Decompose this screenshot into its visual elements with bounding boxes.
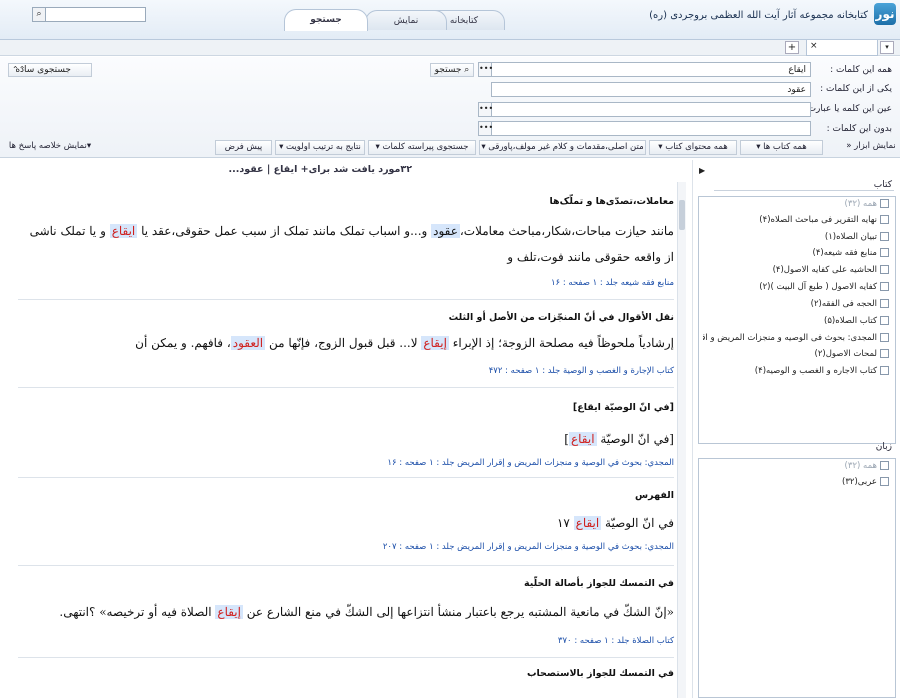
highlight-match: عقود xyxy=(431,224,460,238)
checkbox-icon xyxy=(880,477,889,486)
without-words-field[interactable]: ••• xyxy=(478,121,811,136)
text-scope-dropdown[interactable]: متن اصلی،مقدمات و کلام غیر مولف،پاورقی ▾ xyxy=(479,140,646,155)
result-item[interactable]: معاملات،تصدّی‌ها و تملّک‌ها مانند حیازت … xyxy=(18,182,674,300)
result-item[interactable]: في التمسك للجواز بالاستصحاب xyxy=(18,658,674,698)
book-filter-item[interactable]: کتاب الاجاره و الغصب و الوصیه(۴) xyxy=(755,366,889,382)
show-tools-toggle[interactable]: نمایش ابزار « xyxy=(845,140,897,155)
result-reference-link[interactable]: المجدي: بحوث في الوصية و منجزات المريض و… xyxy=(383,542,674,552)
book-filter-item[interactable]: همه (۳۲) xyxy=(845,199,889,215)
options-dots[interactable]: ••• xyxy=(478,62,493,77)
filter-bar: نمایش ابزار « همه کتاب ها ▾ همه محتوای ک… xyxy=(0,139,900,157)
result-reference-link[interactable]: المجدي: بحوث في الوصية و منجزات المريض و… xyxy=(387,458,674,468)
default-button[interactable]: پیش فرض xyxy=(215,140,272,155)
title-bar: نور کتابخانه مجموعه آثار آیت الله العظمی… xyxy=(0,0,900,40)
highlight-match: ایقاع xyxy=(109,224,138,238)
book-filter-item[interactable]: کفایه الاصول ( طبع آل البیت )(۲) xyxy=(759,282,889,298)
checkbox-icon xyxy=(880,215,889,224)
language-filter-item[interactable]: همه (۳۲) xyxy=(845,461,889,477)
result-title[interactable]: في التمسك للجواز بأصالة الحلّية xyxy=(524,578,674,589)
checkbox-icon xyxy=(880,349,889,358)
tab-menu-button[interactable]: ▾ xyxy=(880,41,894,54)
book-filter-item[interactable]: لمحات الاصول(۲) xyxy=(814,349,889,365)
document-tab-bar: + × ▾ xyxy=(0,40,900,56)
scrollbar-thumb[interactable] xyxy=(679,200,685,230)
checkbox-icon xyxy=(880,282,889,291)
simple-search-button[interactable]: جستجوی ساده ⌃⌃ xyxy=(8,63,92,77)
tab-view[interactable]: نمایش xyxy=(365,10,447,30)
expand-icon[interactable]: ▶ xyxy=(699,166,705,175)
search-icon: ⌕ xyxy=(461,65,470,75)
checkbox-icon xyxy=(880,333,889,342)
result-snippet: مانند حیازت مباحات،شکار،مباحث معاملات،عق… xyxy=(29,224,674,264)
result-title[interactable]: في التمسك للجواز بالاستصحاب xyxy=(527,668,674,679)
checkbox-icon xyxy=(880,232,889,241)
exact-phrase-field[interactable]: ••• xyxy=(478,102,811,117)
result-title[interactable]: الفهرس xyxy=(635,490,674,501)
checkbox-icon xyxy=(880,461,889,470)
tab-search[interactable]: جستجو xyxy=(284,9,368,31)
checkbox-icon xyxy=(880,299,889,308)
books-list: همه (۳۲) نهایه التقریر فی مباحث الصلاه(۴… xyxy=(698,196,896,444)
without-words-label: بدون این کلمات : xyxy=(826,124,892,134)
book-filter-item[interactable]: تبیان الصلاه(۱) xyxy=(825,232,889,248)
sort-priority-dropdown[interactable]: نتایج به ترتیب اولویت ▾ xyxy=(275,140,365,155)
book-filter-item[interactable]: الحجه فی الفقه(۲) xyxy=(811,299,889,315)
checkbox-icon xyxy=(880,265,889,274)
quick-search-input[interactable] xyxy=(33,7,146,22)
result-snippet: «إنّ الشكّ في مانعية المشتبه يرجع باعتبا… xyxy=(59,605,674,619)
document-tab[interactable]: × xyxy=(806,40,878,56)
highlight-match: العقود xyxy=(230,336,266,350)
checkbox-icon xyxy=(880,248,889,257)
language-list: همه (۳۲) عربی(۳۲) xyxy=(698,458,896,698)
book-filter-item[interactable]: نهایه التقریر فی مباحث الصلاه(۴) xyxy=(759,215,889,231)
close-tab-icon[interactable]: × xyxy=(810,41,818,51)
results-scrollbar[interactable] xyxy=(677,182,686,698)
app-logo: نور xyxy=(874,3,896,25)
highlight-match: ايقاع xyxy=(568,432,597,446)
checkbox-icon xyxy=(880,199,889,208)
all-books-dropdown[interactable]: همه کتاب ها ▾ xyxy=(740,140,823,155)
any-words-label: یکی از این کلمات : xyxy=(820,84,892,94)
book-filter-item[interactable]: منابع فقه شیعه(۴) xyxy=(813,248,889,264)
all-content-dropdown[interactable]: همه محتوای کتاب ▾ xyxy=(649,140,737,155)
result-reference-link[interactable]: كتاب الإجارة و الغصب و الوصية جلد : ۱ صف… xyxy=(489,366,674,376)
result-item[interactable]: في التمسك للجواز بأصالة الحلّية «إنّ الش… xyxy=(18,566,674,658)
summary-toggle[interactable]: ▾نمایش خلاصه پاسخ ها xyxy=(8,140,92,155)
all-words-label: همه این کلمات : xyxy=(830,65,892,75)
result-snippet: إرشادياً ملحوظاً فيه مصلحة الزوجة؛ إذ ال… xyxy=(135,336,674,350)
collapse-icon: ⌃⌃ xyxy=(12,65,26,74)
results-count: ۳۲مورد یافت شد برای+ ایقاع | عقود... xyxy=(228,164,412,175)
highlight-match: إيقاع xyxy=(421,336,449,350)
checkbox-icon xyxy=(880,366,889,375)
result-item[interactable]: الفهرس في انّ الوصيّة ايقاع ۱۷ المجدي: ب… xyxy=(18,478,674,566)
filter-sidebar: ▶ کتاب همه (۳۲) نهایه التقریر فی مباحث ا… xyxy=(692,160,900,698)
highlight-match: ايقاع xyxy=(573,516,602,530)
books-heading: کتاب xyxy=(873,180,892,190)
result-snippet: في انّ الوصيّة ايقاع ۱۷ xyxy=(556,516,674,530)
book-filter-item[interactable]: المجدی: بحوث فی الوصیه و منجزات المریض و… xyxy=(703,333,889,349)
result-title[interactable]: نقل الأقوال في أنّ المنجّزات من الأصل أو… xyxy=(449,312,674,323)
any-words-field[interactable]: عقود xyxy=(491,82,811,97)
checkbox-icon xyxy=(880,316,889,325)
all-words-field[interactable]: ••• ایقاع xyxy=(478,62,811,77)
result-reference-link[interactable]: منابع فقه شیعه جلد : ۱ صفحه : ۱۶ xyxy=(551,278,674,288)
results-list: معاملات،تصدّی‌ها و تملّک‌ها مانند حیازت … xyxy=(0,182,675,698)
book-filter-item[interactable]: کتاب الصلاه(۵) xyxy=(824,316,889,332)
result-reference-link[interactable]: كتاب الصلاة جلد : ۱ صفحه : ۳۷۰ xyxy=(558,636,674,646)
book-filter-item[interactable]: الحاشیه علی کفایه الاصول(۴) xyxy=(773,265,889,281)
language-filter-item[interactable]: عربی(۳۲) xyxy=(842,477,889,493)
result-item[interactable]: نقل الأقوال في أنّ المنجّزات من الأصل أو… xyxy=(18,300,674,388)
result-title[interactable]: معاملات،تصدّی‌ها و تملّک‌ها xyxy=(549,196,674,207)
result-snippet: [في انّ الوصيّة ايقاع] xyxy=(564,432,674,446)
books-divider xyxy=(714,190,894,191)
language-heading: زبان xyxy=(875,442,892,452)
add-tab-button[interactable]: + xyxy=(785,41,799,54)
result-title[interactable]: [في انّ الوصيّة ايقاع] xyxy=(573,402,674,413)
result-item[interactable]: [في انّ الوصيّة ايقاع] [في انّ الوصيّة ا… xyxy=(18,388,674,478)
search-button[interactable]: ⌕ جستجو xyxy=(430,63,474,77)
search-icon[interactable]: ⌕ xyxy=(32,7,46,22)
word-search-dropdown[interactable]: جستجوی پیراسته کلمات ▾ xyxy=(368,140,476,155)
app-title: کتابخانه مجموعه آثار آیت الله العظمی برو… xyxy=(649,10,868,21)
highlight-match: إيقاع xyxy=(215,605,243,619)
